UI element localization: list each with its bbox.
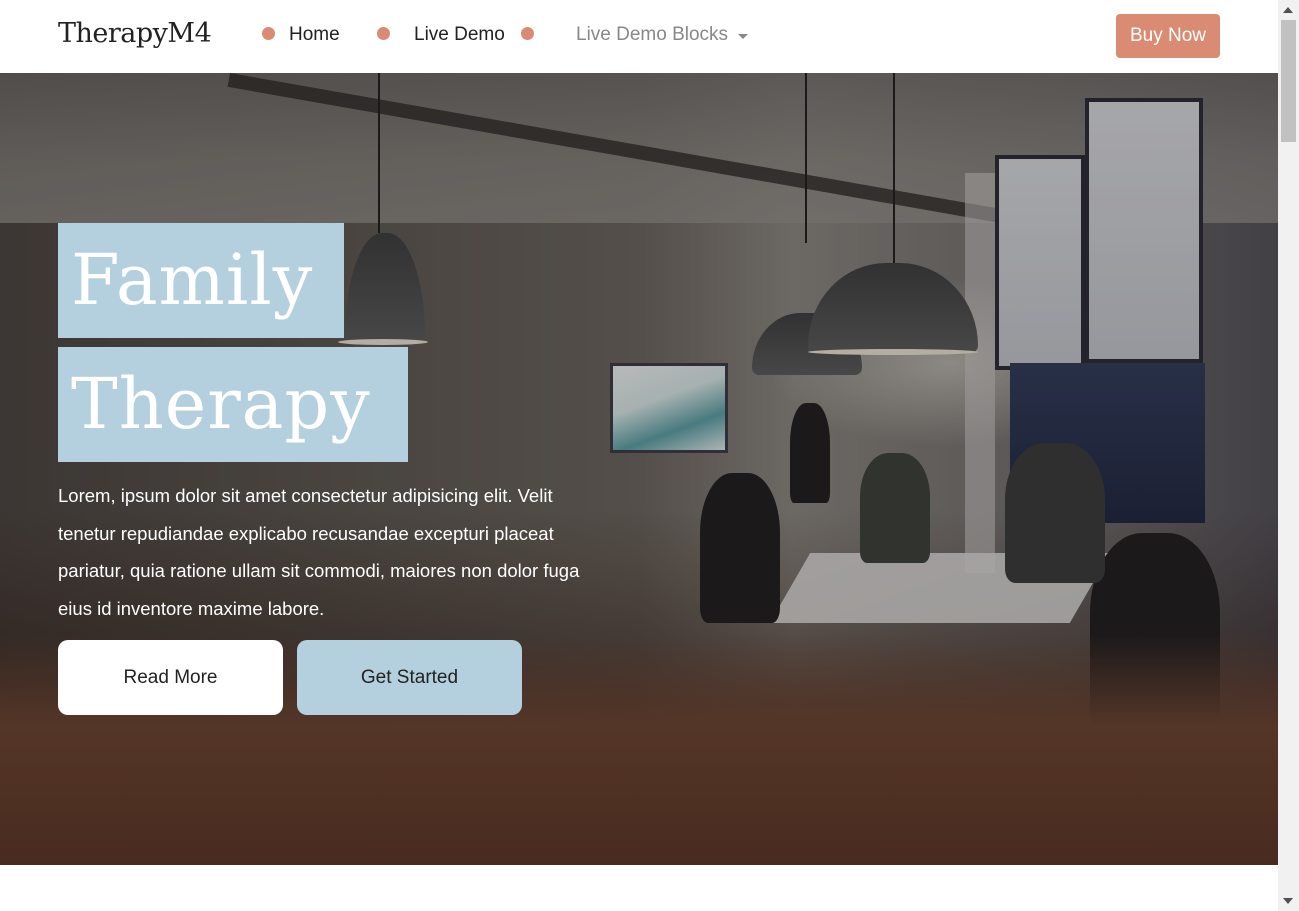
- nav-item-label: Live Demo Blocks: [576, 24, 729, 45]
- nav-dot-icon: [262, 27, 275, 40]
- hero-title-line2: Therapy: [58, 347, 408, 462]
- scroll-up-icon[interactable]: [1283, 7, 1293, 13]
- nav-item-home[interactable]: Home: [289, 24, 340, 46]
- nav-item-label: Home: [289, 24, 340, 45]
- page-scrollbar[interactable]: [1278, 0, 1299, 911]
- brand-logo[interactable]: TherapyM4: [58, 18, 212, 49]
- get-started-button[interactable]: Get Started: [297, 640, 522, 715]
- buy-now-button[interactable]: Buy Now: [1116, 14, 1220, 58]
- scroll-down-icon[interactable]: [1283, 898, 1293, 904]
- hero-description: Lorem, ipsum dolor sit amet consectetur …: [58, 485, 580, 620]
- nav-item-label: Live Demo: [414, 24, 505, 45]
- nav-item-live-demo[interactable]: Live Demo: [414, 24, 505, 46]
- nav-item-live-demo-blocks[interactable]: Live Demo Blocks: [576, 24, 749, 46]
- scroll-thumb[interactable]: [1281, 20, 1296, 142]
- navbar: TherapyM4 Home Live Demo Live Demo Block…: [0, 0, 1278, 73]
- caret-down-icon: [738, 33, 749, 39]
- nav-dot-icon: [377, 27, 390, 40]
- hero-section: Family Therapy Lorem, ipsum dolor sit am…: [0, 73, 1278, 865]
- hero-title-line1: Family: [58, 223, 344, 338]
- nav-dot-icon: [521, 27, 534, 40]
- read-more-button[interactable]: Read More: [58, 640, 283, 715]
